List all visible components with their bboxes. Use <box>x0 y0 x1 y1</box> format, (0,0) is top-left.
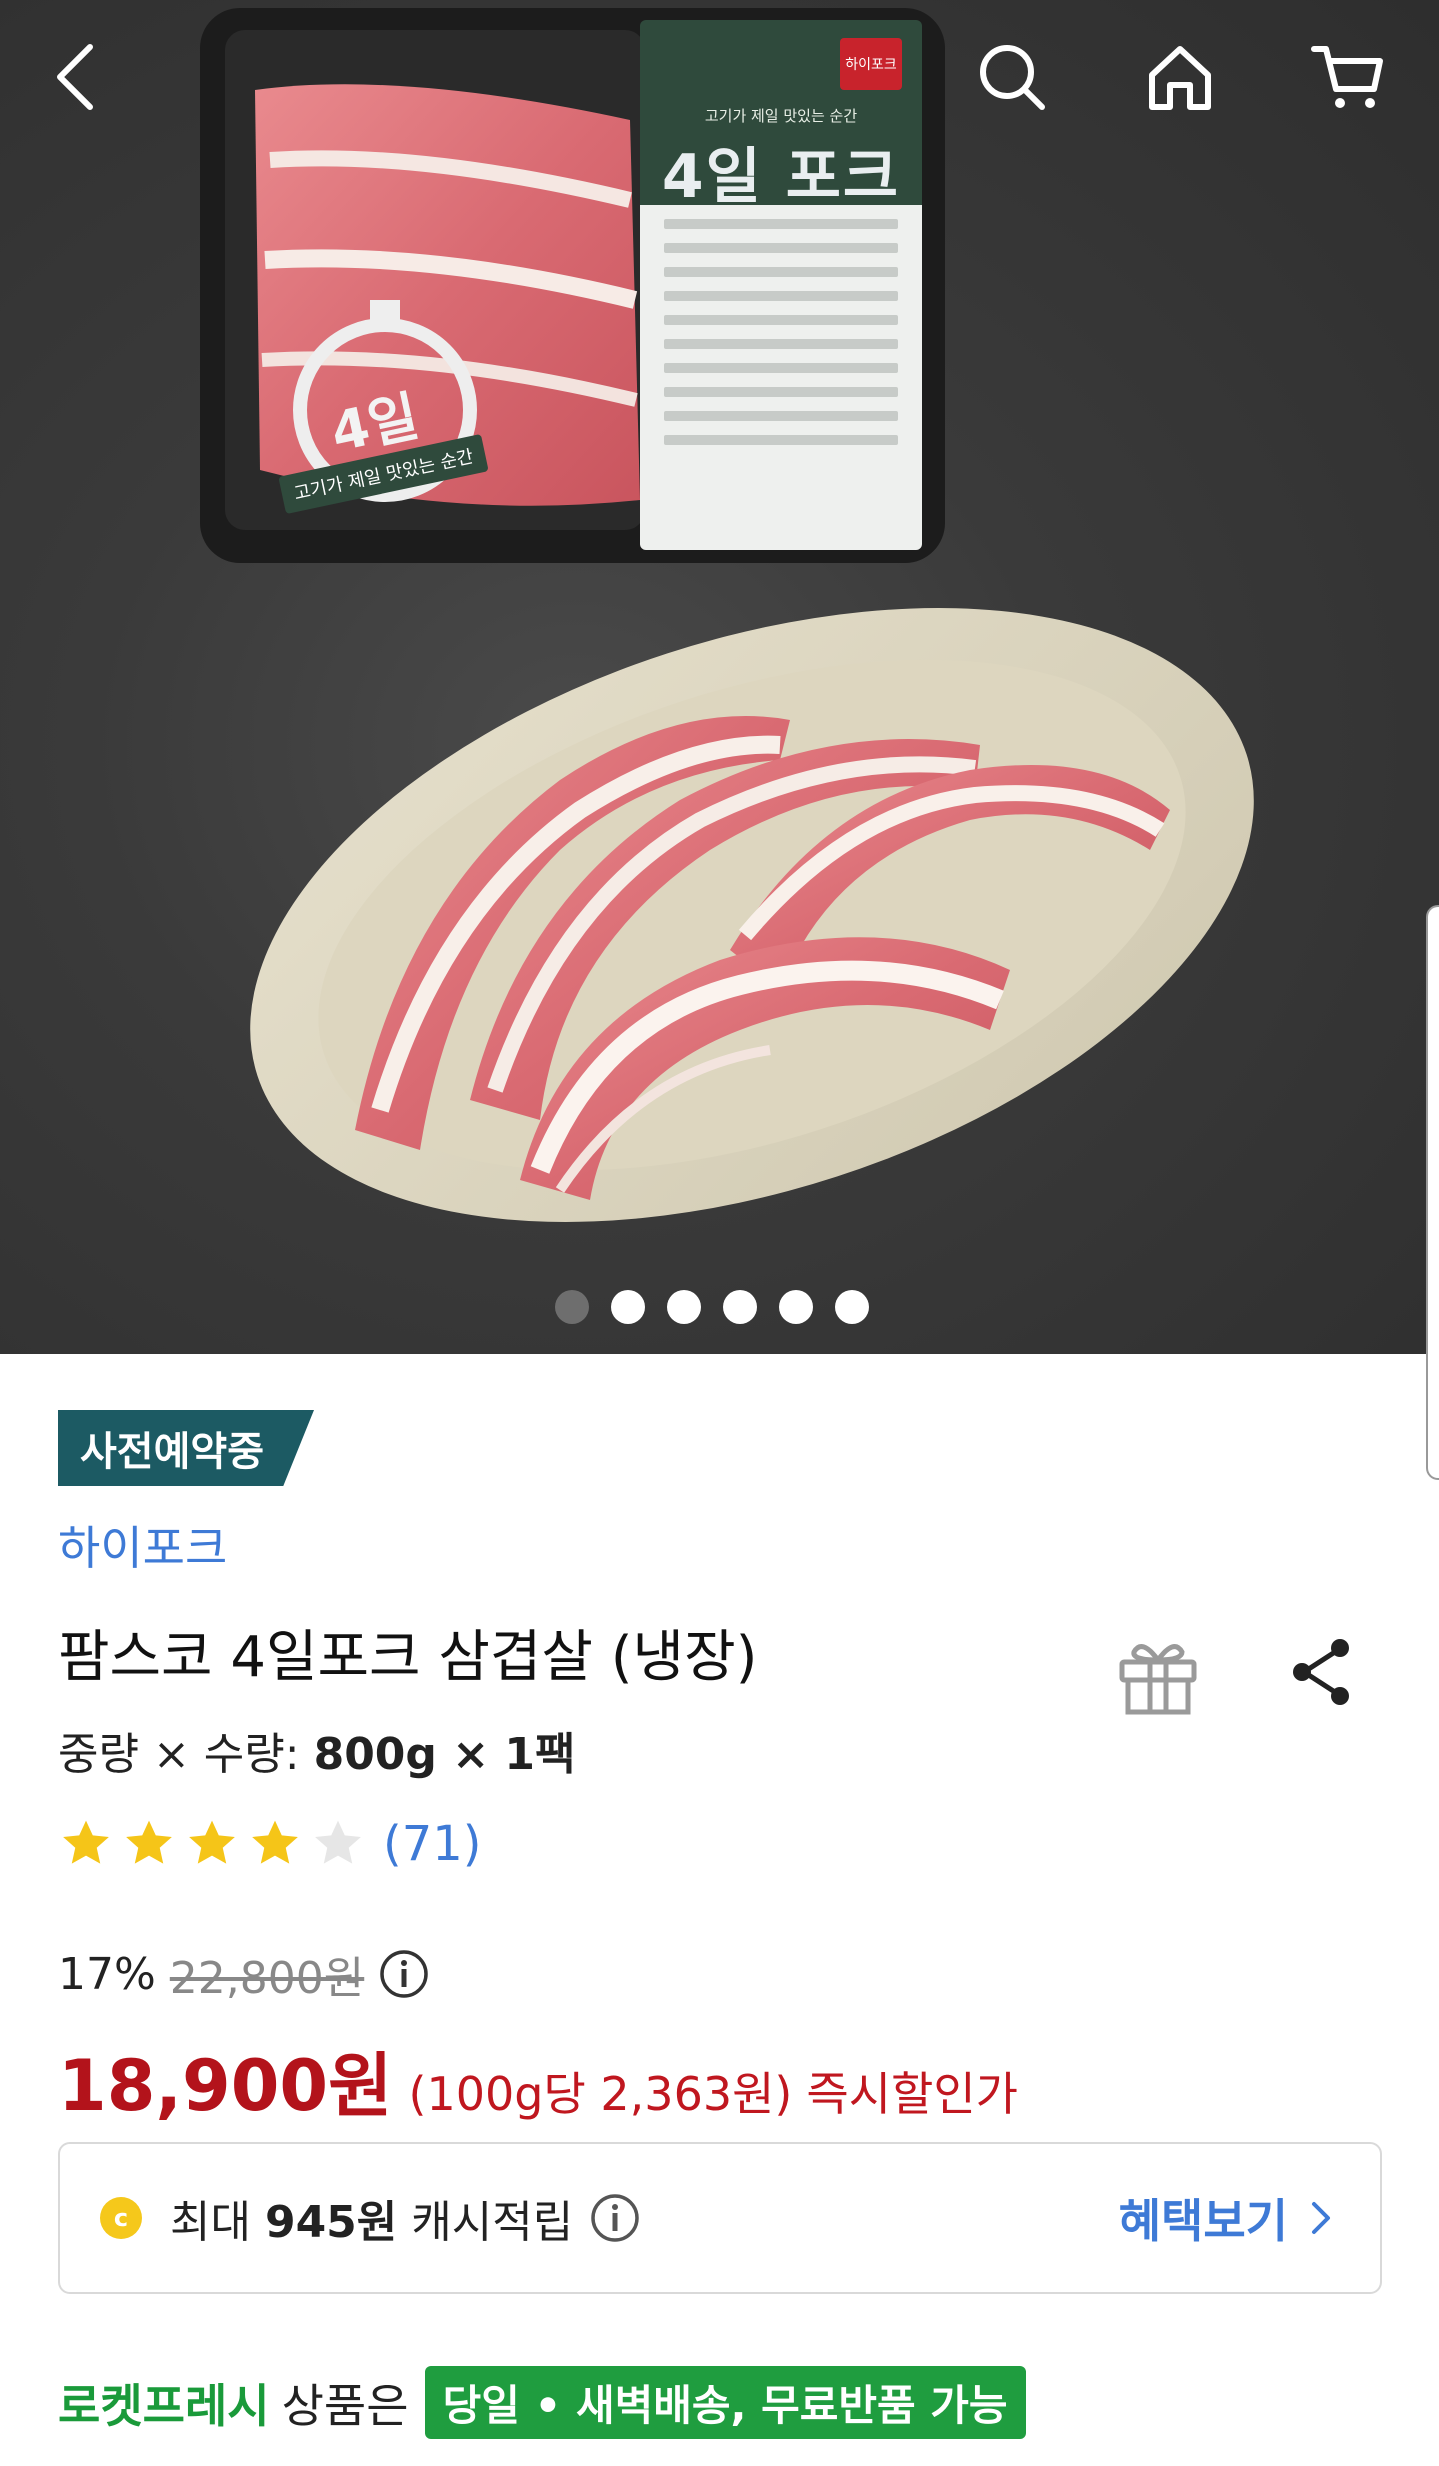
seller-link[interactable]: 하이포크 <box>58 1512 227 1578</box>
info-icon[interactable] <box>589 2192 641 2244</box>
benefit-label: 혜택보기 <box>1118 2194 1288 2248</box>
view-benefits-link[interactable]: 혜택보기 <box>1119 2185 1340 2251</box>
rocket-fresh-brand: 로켓프레시 <box>58 2378 270 2433</box>
image-pager[interactable] <box>555 1290 869 1324</box>
chevron-right-icon <box>1312 2202 1330 2234</box>
pager-dot[interactable] <box>611 1290 645 1324</box>
original-price-row: 17% 22,800원 <box>58 1942 430 2006</box>
product-title: 팜스코 4일포크 삼겹살 (냉장) <box>58 1625 758 1690</box>
package-label: 하이포크 고기가 제일 맛있는 순간 4일 포크 <box>640 20 922 550</box>
home-button[interactable] <box>1135 32 1225 122</box>
discount-rate: 17% <box>58 1948 156 2000</box>
star-filled-icon <box>126 1820 172 1864</box>
star-empty-icon <box>315 1820 361 1864</box>
rating-row[interactable]: (71) <box>58 1814 482 1874</box>
share-icon[interactable] <box>1282 1632 1362 1712</box>
edge-scroll-handle[interactable] <box>1426 905 1439 1480</box>
cart-button[interactable] <box>1303 32 1393 122</box>
review-count[interactable]: (71) <box>383 1816 482 1872</box>
coin-icon: c <box>100 2197 142 2239</box>
package-logo: 하이포크 <box>840 38 902 90</box>
search-icon <box>980 45 1045 110</box>
pager-dot[interactable] <box>667 1290 701 1324</box>
rocket-fresh-text: 상품은 <box>281 2378 409 2433</box>
gift-icon[interactable] <box>1112 1628 1204 1720</box>
star-filled-icon <box>189 1820 235 1864</box>
spec-label: 중량 × 수량: <box>58 1729 314 1780</box>
cart-icon <box>1311 46 1383 108</box>
search-button[interactable] <box>967 32 1057 122</box>
back-button[interactable] <box>35 32 125 122</box>
cashback-box[interactable]: c 최대 945원 캐시적립 혜택보기 <box>58 2142 1382 2294</box>
rocket-fresh-row: 로켓프레시 상품은 당일 • 새벽배송, 무료반품 가능 <box>58 2366 1026 2439</box>
sale-price: 18,900원 <box>58 2045 393 2127</box>
spec-value: 800g × 1팩 <box>313 1729 576 1780</box>
star-filled-icon <box>63 1820 109 1864</box>
home-icon <box>1149 46 1211 110</box>
unit-price: (100g당 2,363원) <box>408 2067 793 2121</box>
chevron-left-icon <box>57 44 93 110</box>
package-title: 4일 포크 <box>661 142 901 212</box>
pager-dot[interactable] <box>723 1290 757 1324</box>
package-tagline: 고기가 제일 맛있는 순간 <box>704 107 858 125</box>
pager-dot[interactable] <box>835 1290 869 1324</box>
cashback-text: 최대 945원 캐시적립 <box>170 2186 573 2250</box>
delivery-badge: 당일 • 새벽배송, 무료반품 가능 <box>424 2366 1026 2439</box>
pager-dot[interactable] <box>779 1290 813 1324</box>
pager-dot[interactable] <box>555 1290 589 1324</box>
original-price: 22,800원 <box>169 1953 365 2004</box>
star-filled-icon <box>252 1820 298 1864</box>
preorder-badge: 사전예약중 <box>58 1410 314 1486</box>
sale-price-row: 18,900원 (100g당 2,363원) 즉시할인가 <box>58 2030 1018 2131</box>
cashback-prefix: 최대 <box>170 2197 265 2248</box>
product-image-carousel[interactable]: 하이포크 고기가 제일 맛있는 순간 4일 포크 4일 고기가 제일 맛있는 순… <box>0 0 1439 1354</box>
cashback-amount: 945원 <box>264 2197 398 2248</box>
info-icon[interactable] <box>378 1948 430 2000</box>
instant-discount-label: 즉시할인가 <box>806 2067 1018 2121</box>
cashback-suffix: 캐시적립 <box>397 2197 574 2248</box>
weight-quantity: 중량 × 수량: 800g × 1팩 <box>58 1718 576 1782</box>
